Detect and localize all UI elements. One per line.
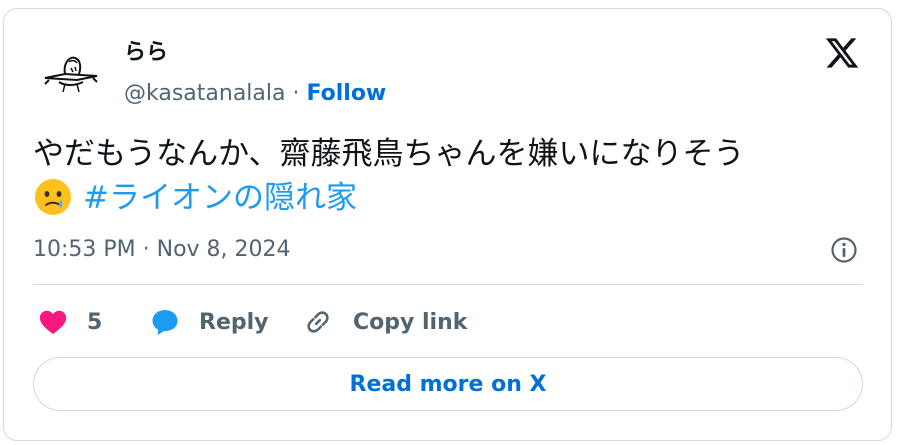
x-logo-icon[interactable] bbox=[823, 35, 861, 71]
info-icon[interactable] bbox=[828, 234, 860, 266]
link-icon bbox=[307, 311, 329, 333]
handle-separator: · bbox=[285, 81, 307, 106]
copy-link-label: Copy link bbox=[353, 309, 468, 335]
reply-bubble-icon bbox=[152, 310, 178, 336]
display-name[interactable]: らら bbox=[124, 38, 168, 68]
reply-button[interactable]: Reply bbox=[149, 302, 269, 342]
timestamp[interactable]: 10:53 PM · Nov 8, 2024 bbox=[33, 235, 291, 265]
reply-label: Reply bbox=[199, 309, 269, 335]
user-handle[interactable]: @kasatanalala bbox=[124, 81, 286, 106]
handle-row: @kasatanalala · Follow bbox=[124, 79, 386, 109]
read-more-button[interactable]: Read more on X bbox=[33, 357, 863, 411]
follow-button[interactable]: Follow bbox=[306, 81, 386, 106]
heart-icon bbox=[39, 310, 67, 334]
divider bbox=[33, 284, 863, 285]
face-holding-back-tears-icon bbox=[33, 177, 73, 217]
tweet-text: やだもうなんか、齋藤飛鳥ちゃんを嫌いになりそう #ライオンの隠れ家 bbox=[33, 132, 873, 220]
avatar-drawing-icon bbox=[35, 38, 107, 110]
avatar[interactable] bbox=[35, 38, 107, 110]
tweet-body: やだもうなんか、齋藤飛鳥ちゃんを嫌いになりそう bbox=[33, 136, 745, 172]
hashtag-link[interactable]: #ライオンの隠れ家 bbox=[83, 180, 357, 216]
copy-link-button[interactable]: Copy link bbox=[303, 302, 467, 342]
like-count: 5 bbox=[87, 309, 103, 335]
like-button[interactable]: 5 bbox=[37, 302, 102, 342]
